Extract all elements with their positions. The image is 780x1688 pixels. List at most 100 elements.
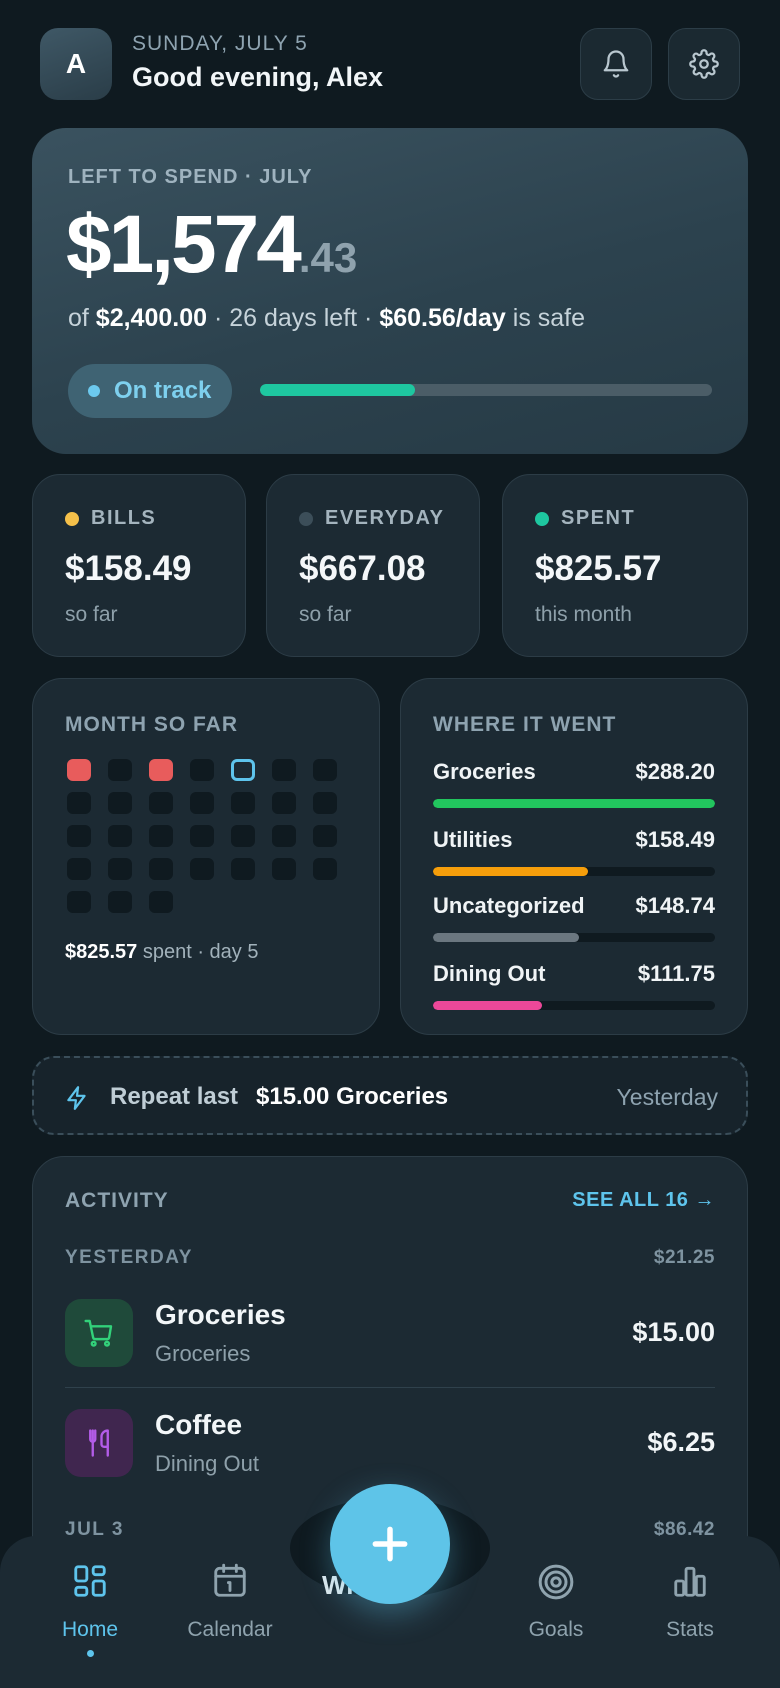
stat-dot [535,511,549,526]
txn-icon-box [65,1409,133,1477]
stat-note: this month [535,603,632,626]
calendar-day[interactable] [272,858,296,880]
calendar-day[interactable] [149,891,173,913]
calendar-day[interactable] [149,759,173,781]
budget-total: $2,400.00 [95,304,208,332]
calendar-day[interactable] [190,858,214,880]
avatar[interactable]: A [40,28,112,100]
calendar-day[interactable] [272,825,296,847]
calendar-day[interactable] [231,759,255,781]
calendar-day[interactable] [231,858,255,880]
calendar-day[interactable] [313,792,337,814]
safe-suffix: is safe [505,304,586,332]
header-date: SUNDAY, JULY 5 [132,32,308,55]
category-bar [433,1001,715,1010]
calendar-day[interactable] [67,825,91,847]
settings-button[interactable] [668,28,740,100]
home-grid-icon [74,1565,106,1597]
calendar-icon [214,1563,246,1597]
gear-icon [689,49,719,79]
calendar-day[interactable] [190,825,214,847]
stat-card-spent[interactable]: SPENT $825.57 this month [502,474,748,657]
calendar-day[interactable] [149,858,173,880]
group-label: YESTERDAY [65,1247,193,1268]
calendar-day[interactable] [313,858,337,880]
category-amount: $148.74 [635,893,715,918]
days-left: · 26 days left · [207,304,380,332]
calendar-day[interactable] [108,759,132,781]
txn-amount: $15.00 [632,1317,715,1347]
nav-item-calendar[interactable]: Calendar [170,1562,290,1642]
header: A SUNDAY, JULY 5 Good evening, Alex [40,28,740,100]
calendar-day[interactable] [231,792,255,814]
budget-label: LEFT TO SPEND · JULY [68,166,313,188]
notifications-button[interactable] [580,28,652,100]
calendar-day[interactable] [67,858,91,880]
repeat-item: $15.00 Groceries [256,1083,449,1110]
nav-item-home[interactable]: Home [30,1562,150,1657]
txn-category: Dining Out [155,1451,259,1476]
calendar-day[interactable] [108,825,132,847]
divider [65,1387,715,1388]
status-dot [88,385,100,397]
calendar-day[interactable] [190,759,214,781]
transaction-row[interactable]: Coffee Dining Out $6.25 [65,1409,715,1489]
calendar-day[interactable] [108,858,132,880]
month-footer-text: spent · day 5 [137,941,259,963]
stat-head: EVERYDAY [299,507,444,530]
category-name: Dining Out [433,961,546,986]
budget-card[interactable]: LEFT TO SPEND · JULY $1,574.43 of $2,400… [32,128,748,454]
bell-icon [603,50,629,78]
stat-card-everyday[interactable]: EVERYDAY $667.08 so far [266,474,480,657]
calendar-day[interactable] [190,792,214,814]
stat-dot [299,511,313,526]
stat-value: $158.49 [65,549,192,588]
bar-chart-icon [674,1566,706,1597]
month-title: MONTH SO FAR [65,713,238,736]
calendar-day[interactable] [108,891,132,913]
transaction-row[interactable]: Groceries Groceries $15.00 [65,1299,715,1379]
calendar-day[interactable] [313,825,337,847]
repeat-when: Yesterday [616,1084,718,1110]
calendar-day[interactable] [108,792,132,814]
calendar-day[interactable] [272,792,296,814]
budget-summary: of $2,400.00 · 26 days left · $60.56/day… [68,304,585,333]
category-bar [433,799,715,808]
cart-icon [84,1319,113,1347]
calendar-day[interactable] [149,825,173,847]
calendar-day[interactable] [67,792,91,814]
txn-name: Groceries [155,1299,286,1330]
budget-progress-fill [260,384,416,396]
category-bar-fill [433,867,589,876]
stat-dot [65,511,79,526]
category-bar-fill [433,933,579,942]
nav-item-goals[interactable]: Goals [496,1562,616,1642]
repeat-label: Repeat last [110,1083,239,1110]
stat-value: $825.57 [535,549,662,588]
calendar-day[interactable] [231,825,255,847]
see-all-link[interactable]: SEE ALL 16 → [572,1189,715,1212]
stat-card-bills[interactable]: BILLS $158.49 so far [32,474,246,657]
calendar-day[interactable] [313,759,337,781]
calendar-day[interactable] [149,792,173,814]
amount-cents: .43 [298,234,358,281]
category-name: Groceries [433,759,536,784]
nav-item-stats[interactable]: Stats [630,1562,750,1642]
calendar-day[interactable] [67,759,91,781]
where-title: WHERE IT WENT [433,713,617,736]
where-it-went-card[interactable]: WHERE IT WENT Groceries $288.20 Utilitie… [400,678,748,1035]
repeat-last-button[interactable]: Repeat last $15.00 Groceries Yesterday [32,1056,748,1135]
add-transaction-button[interactable] [330,1484,450,1604]
budget-progress-bar [260,384,712,396]
category-amount: $288.20 [635,759,715,784]
status-badge: On track [68,364,232,418]
category-name: Utilities [433,827,513,852]
month-so-far-card[interactable]: MONTH SO FAR $825.57 spent · day 5 [32,678,380,1035]
txn-icon-box [65,1299,133,1367]
stat-label: EVERYDAY [325,507,445,529]
status-text: On track [114,377,212,404]
calendar-day[interactable] [67,891,91,913]
calendar-day[interactable] [272,759,296,781]
activity-title: ACTIVITY [65,1189,169,1212]
greeting: Good evening, Alex [132,62,384,92]
